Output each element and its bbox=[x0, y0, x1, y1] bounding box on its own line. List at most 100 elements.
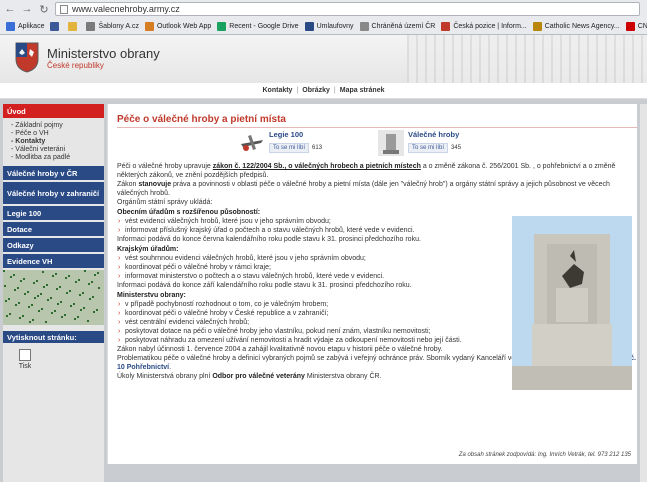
map-marker bbox=[32, 319, 34, 321]
forward-arrow-icon[interactable]: → bbox=[20, 2, 34, 16]
bookmark-label: Umlaufovny bbox=[316, 22, 354, 30]
fb-name-legie[interactable]: Legie 100 bbox=[269, 130, 322, 139]
section-heading-krajske: Krajským úřadům: bbox=[117, 246, 179, 253]
text-span: práva a povinnosti v oblasti péče o vále… bbox=[117, 181, 610, 197]
printer-icon bbox=[19, 349, 31, 361]
map-marker bbox=[64, 314, 66, 316]
map-marker bbox=[29, 321, 31, 323]
map-marker bbox=[38, 310, 40, 312]
map-marker bbox=[91, 281, 93, 283]
text-span: Ministerstva obrany ČR. bbox=[304, 373, 382, 380]
map-marker bbox=[69, 290, 71, 292]
bookmark-favicon-icon bbox=[532, 21, 542, 31]
map-marker bbox=[60, 301, 62, 303]
note-krajske: Informaci podává do konce září kalendářn… bbox=[117, 282, 412, 289]
site-header: Ministerstvo obrany České republiky bbox=[0, 35, 647, 83]
fb-like-count-hroby: 345 bbox=[451, 145, 462, 151]
reload-icon[interactable]: ↻ bbox=[37, 2, 51, 16]
law-link[interactable]: zákon č. 122/2004 Sb., o válečných hrobe… bbox=[213, 163, 421, 170]
bookmark-item[interactable]: Aplikace bbox=[6, 21, 44, 31]
sidebar-item-dotace[interactable]: Dotace bbox=[3, 222, 104, 236]
map-marker bbox=[45, 321, 47, 323]
sidebar-subitem-modlitba[interactable]: - Modlitba za padlé bbox=[11, 154, 104, 162]
map-marker bbox=[33, 282, 35, 284]
map-marker bbox=[24, 293, 26, 295]
sidebar-item-hroby-cr[interactable]: Válečné hroby v ČR bbox=[3, 166, 104, 180]
map-marker bbox=[55, 273, 57, 275]
list-obecni: vést evidenci válečných hrobů, které jso… bbox=[117, 217, 502, 235]
bookmark-item[interactable]: Outlook Web App bbox=[144, 21, 212, 31]
map-marker bbox=[10, 276, 12, 278]
map-marker bbox=[50, 297, 52, 299]
list-item: v případě pochybností rozhodnout o tom, … bbox=[117, 300, 502, 309]
map-marker bbox=[23, 278, 25, 280]
sidebar-subitem-kontakty[interactable]: - Kontakty bbox=[11, 138, 104, 146]
sidebar-item-uvod[interactable]: Úvod bbox=[3, 104, 104, 118]
text-span: Zákon bbox=[117, 181, 139, 188]
paragraph-stanovuje: Zákon stanovuje práva a povinnosti v obl… bbox=[117, 180, 632, 198]
bookmark-label: Recent - Google Drive bbox=[229, 22, 299, 30]
bookmarks-bar: Aplikace Šablony A.cz Outlook Web App Recen… bbox=[0, 18, 647, 34]
left-sidebar: Úvod - Základní pojmy - Péče o VH - Kont… bbox=[3, 104, 104, 482]
map-marker bbox=[68, 275, 70, 277]
paragraph-law: Péči o válečné hroby upravuje zákon č. 1… bbox=[117, 162, 637, 180]
map-marker bbox=[77, 316, 79, 318]
bookmark-item[interactable]: Chráněná území ČR bbox=[359, 21, 436, 31]
bold-odbor: Odbor pro válečné veterány bbox=[212, 373, 305, 380]
sidebar-subitem-pece-o-vh[interactable]: - Péče o VH bbox=[11, 130, 104, 138]
bookmark-item[interactable] bbox=[50, 21, 62, 31]
map-marker bbox=[92, 296, 94, 298]
bookmark-favicon-icon bbox=[86, 21, 96, 31]
map-marker bbox=[79, 294, 81, 296]
sidebar-item-legie-100[interactable]: Legie 100 bbox=[3, 206, 104, 220]
bookmark-label: Chráněná území ČR bbox=[371, 22, 436, 30]
footer-responsibility-note: Za obsah stránek zodpovídá: Ing. Imrich … bbox=[458, 452, 631, 458]
map-marker bbox=[98, 287, 100, 289]
bookmark-favicon-icon bbox=[50, 21, 60, 31]
fb-name-hroby[interactable]: Válečné hroby bbox=[408, 130, 461, 139]
bookmark-item[interactable]: Šablony A.cz bbox=[86, 21, 139, 31]
bookmark-item[interactable]: CNN.com International... bbox=[625, 21, 647, 31]
header-graves-image bbox=[407, 35, 647, 83]
ministry-name[interactable]: Ministerstvo obrany bbox=[47, 46, 160, 61]
nav-obrazky[interactable]: Obrázky bbox=[298, 87, 334, 94]
url-text: www.valecnehroby.army.cz bbox=[72, 4, 180, 14]
page-scrollbar[interactable] bbox=[640, 104, 647, 482]
bookmark-item[interactable] bbox=[68, 21, 80, 31]
legie-100-logo-icon[interactable] bbox=[239, 130, 265, 156]
sidebar-item-odkazy[interactable]: Odkazy bbox=[3, 238, 104, 252]
ministry-logo-icon[interactable] bbox=[14, 41, 40, 73]
back-arrow-icon[interactable]: ← bbox=[3, 2, 17, 16]
map-marker bbox=[73, 303, 75, 305]
valecne-hroby-logo-icon[interactable] bbox=[378, 130, 404, 156]
bookmark-item[interactable]: Česká pozice | Inform... bbox=[441, 21, 527, 31]
sidebar-subitem-valecni-veterani[interactable]: - Válečni veteráni bbox=[11, 146, 104, 154]
nav-kontakty[interactable]: Kontakty bbox=[259, 87, 297, 94]
map-marker bbox=[22, 315, 24, 317]
fb-card-hroby: Válečné hroby To se mi líbí 345 bbox=[378, 130, 461, 156]
national-monument-photo[interactable] bbox=[512, 216, 632, 390]
sidebar-item-hroby-zahranici[interactable]: Válečné hroby v zahraničí bbox=[3, 182, 104, 204]
sidebar-subitem-zakladni-pojmy[interactable]: - Základní pojmy bbox=[11, 122, 104, 130]
map-marker bbox=[36, 280, 38, 282]
map-marker bbox=[78, 279, 80, 281]
fb-like-button-legie[interactable]: To se mi líbí bbox=[269, 143, 310, 153]
bookmark-label: Česká pozice | Inform... bbox=[453, 22, 527, 30]
bookmark-item[interactable]: Recent - Google Drive bbox=[217, 21, 299, 31]
bookmark-label: Outlook Web App bbox=[156, 22, 212, 30]
list-item: poskytovat dotace na péči o válečné hrob… bbox=[117, 327, 502, 336]
bookmark-item[interactable]: Catholic News Agency... bbox=[532, 21, 620, 31]
map-marker bbox=[96, 309, 98, 311]
bookmark-favicon-icon bbox=[68, 21, 78, 31]
address-bar[interactable]: www.valecnehroby.army.cz bbox=[55, 2, 640, 16]
fb-like-button-hroby[interactable]: To se mi líbí bbox=[408, 143, 449, 153]
bookmark-item[interactable]: Umlaufovny bbox=[304, 21, 354, 31]
list-item: koordinovat péči o válečné hroby v rámci… bbox=[117, 263, 502, 272]
graves-map[interactable] bbox=[3, 270, 104, 325]
sidebar-item-evidence-vh[interactable]: Evidence VH bbox=[3, 254, 104, 268]
print-label: Tisk bbox=[18, 363, 32, 370]
nav-mapa-stranek[interactable]: Mapa stránek bbox=[336, 87, 389, 94]
list-ministerstvo: v případě pochybností rozhodnout o tom, … bbox=[117, 300, 502, 345]
print-button[interactable]: Tisk bbox=[13, 349, 37, 370]
map-marker bbox=[97, 272, 99, 274]
